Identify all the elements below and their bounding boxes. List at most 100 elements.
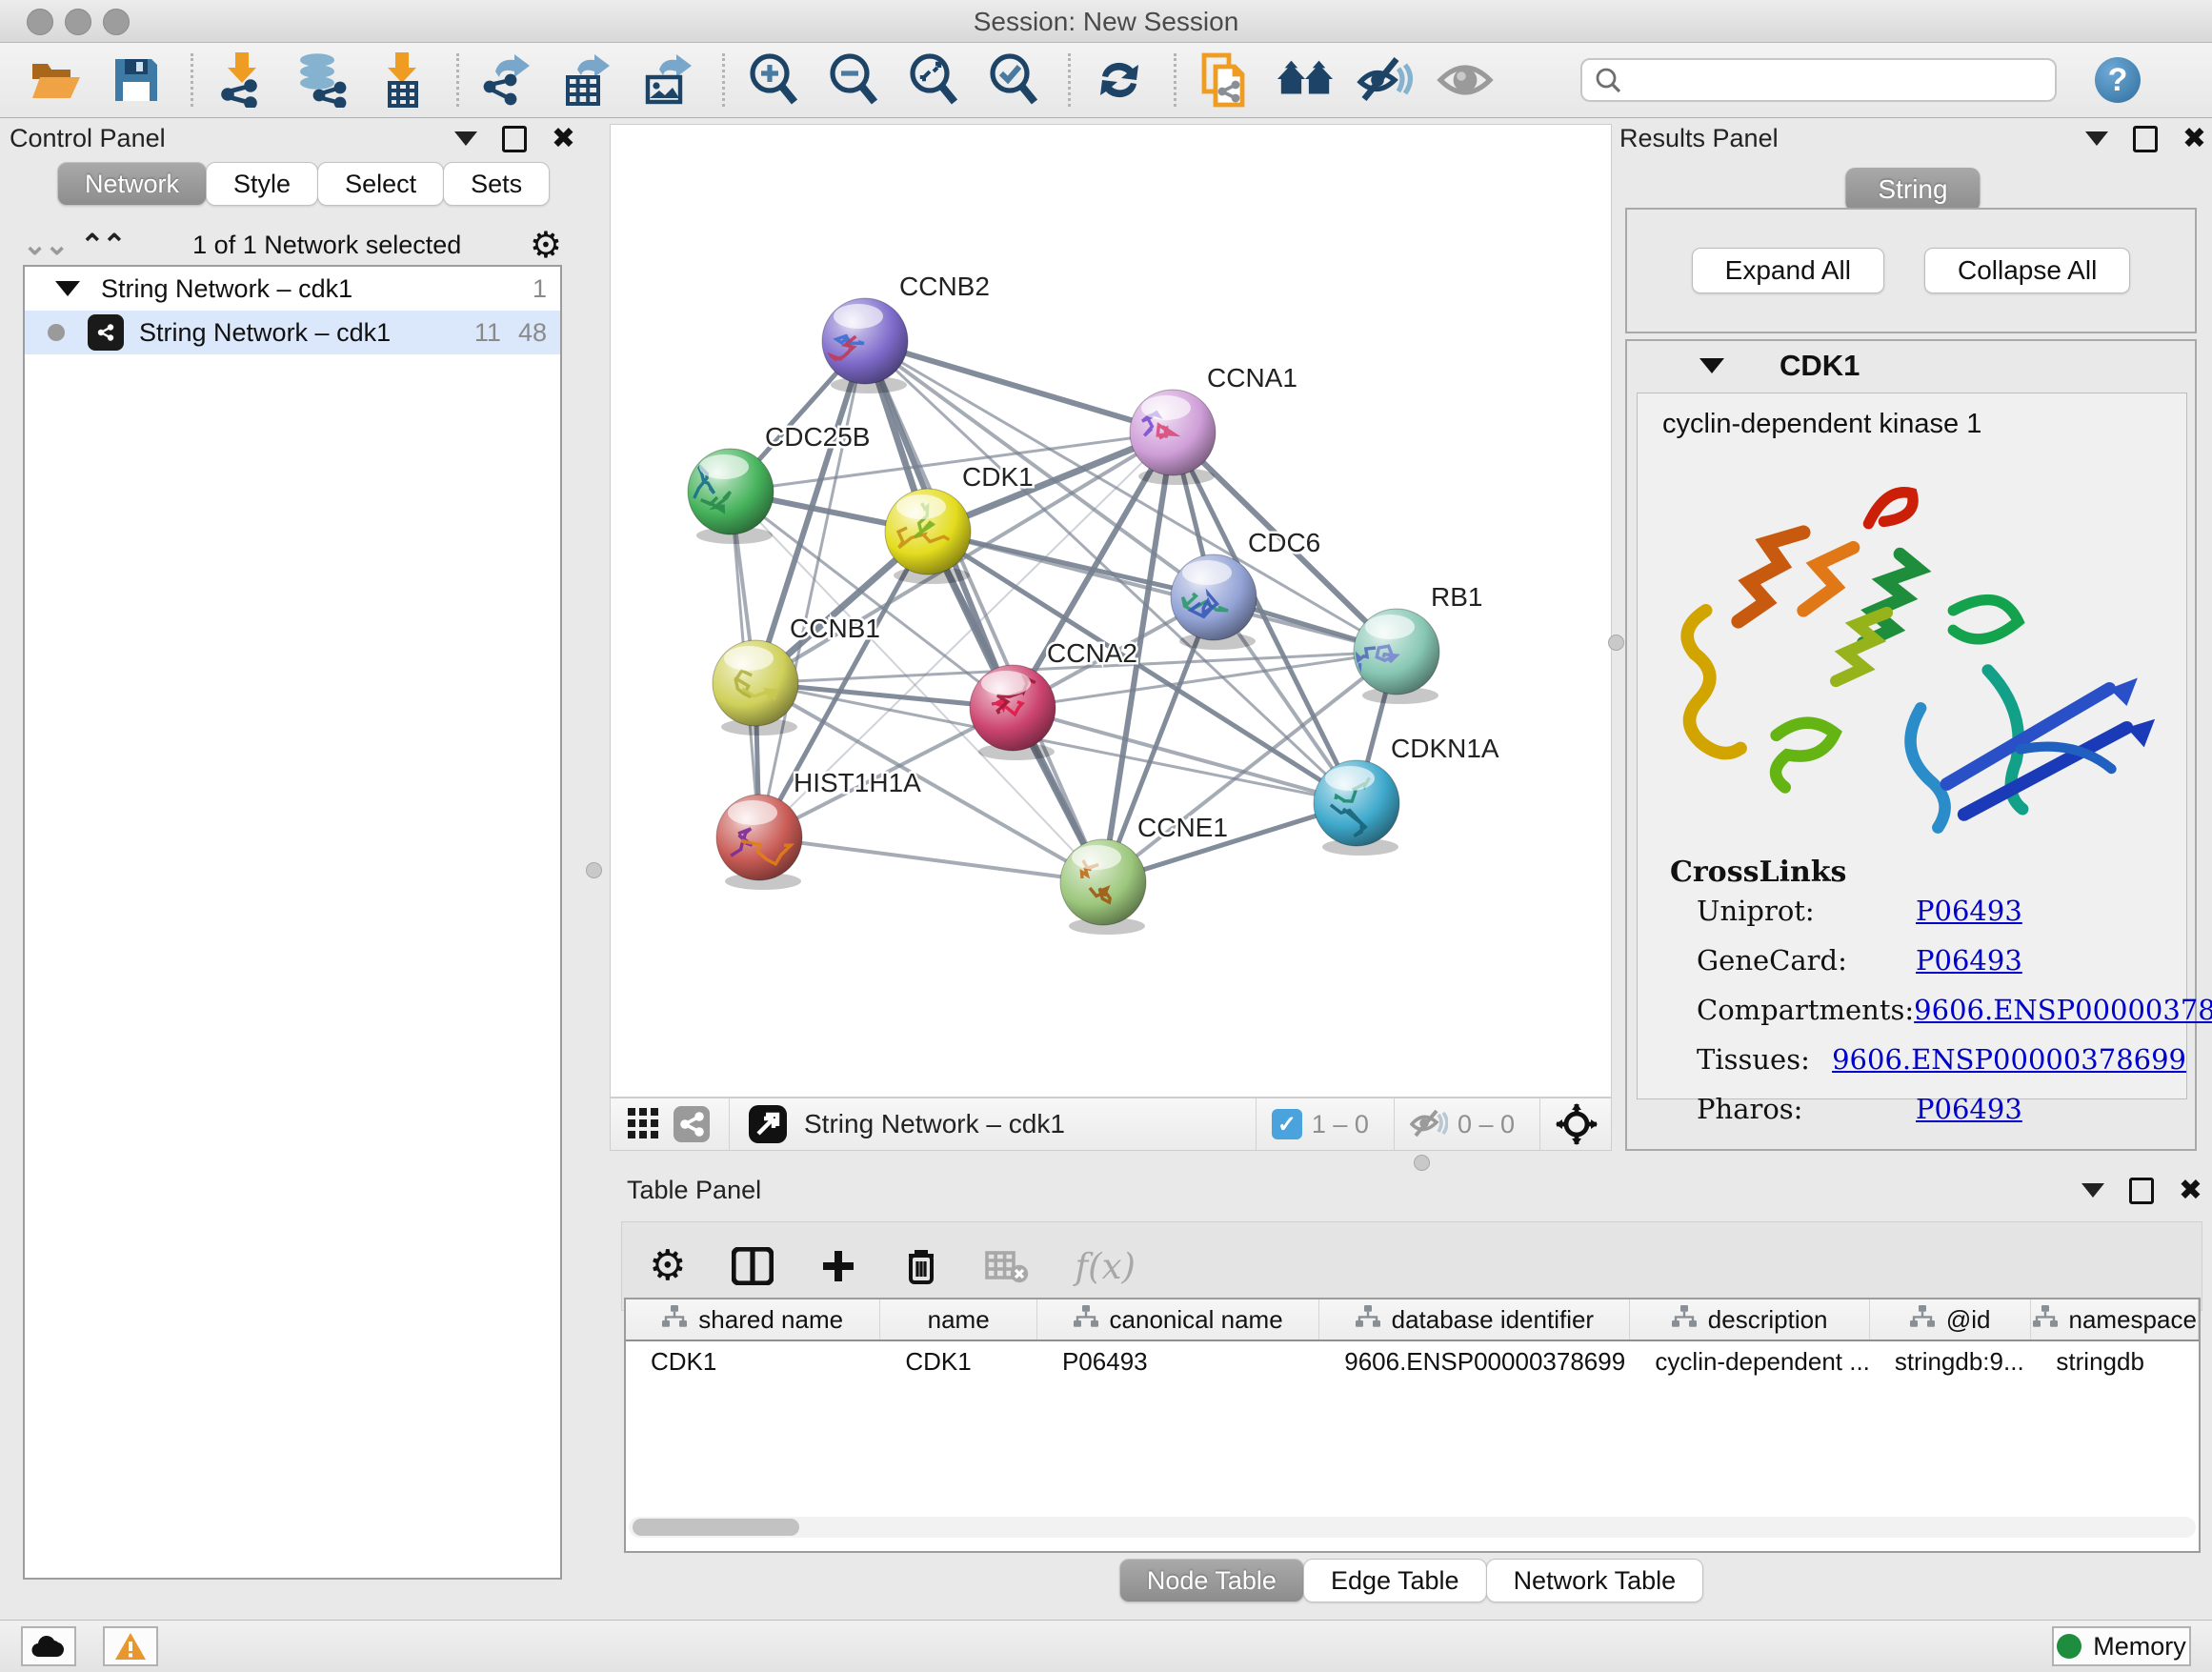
- open-session-icon[interactable]: [27, 51, 86, 109]
- zoom-out-icon[interactable]: [824, 51, 883, 109]
- float-panel-icon[interactable]: [502, 126, 527, 152]
- panel-menu-icon[interactable]: [2085, 131, 2108, 146]
- network-node-cdk1[interactable]: CDK1: [885, 462, 1034, 584]
- birdseye-view-icon[interactable]: [745, 1096, 791, 1153]
- delete-column-trash-icon[interactable]: [903, 1246, 939, 1286]
- selected-checkbox-icon[interactable]: ✓: [1272, 1109, 1302, 1139]
- network-collection-row[interactable]: String Network – cdk1 1: [25, 267, 560, 311]
- collapse-all-icon[interactable]: ⌄⌄: [23, 229, 67, 262]
- network-node-ccne1[interactable]: CCNE1: [1060, 813, 1228, 935]
- export-image-icon[interactable]: [638, 51, 697, 109]
- tab-sets[interactable]: Sets: [443, 162, 550, 206]
- refresh-icon[interactable]: [1090, 51, 1149, 109]
- add-column-icon[interactable]: [819, 1247, 857, 1285]
- column-header-canonical-name[interactable]: canonical name: [1037, 1299, 1319, 1340]
- network-edge[interactable]: [928, 532, 1397, 652]
- import-network-database-icon[interactable]: [292, 51, 352, 109]
- network-node-hist1h1a[interactable]: HIST1H1A: [716, 768, 921, 890]
- close-panel-icon[interactable]: ✖: [2179, 1177, 2202, 1205]
- zoom-selected-icon[interactable]: [984, 51, 1043, 109]
- column-header--id[interactable]: @id: [1870, 1299, 2032, 1340]
- network-node-rb1[interactable]: RB1: [1351, 582, 1482, 704]
- import-network-file-icon[interactable]: [212, 51, 271, 109]
- hidden-eye-icon[interactable]: [1410, 1109, 1448, 1139]
- copy-network-icon[interactable]: [1196, 51, 1255, 109]
- network-node-ccna1[interactable]: CCNA1: [1130, 363, 1297, 485]
- show-all-eye-icon[interactable]: [1436, 51, 1495, 109]
- expander-icon[interactable]: [1699, 358, 1724, 373]
- panel-splitter-handle[interactable]: [586, 862, 602, 878]
- column-header-shared-name[interactable]: shared name: [626, 1299, 880, 1340]
- panel-splitter-handle[interactable]: [1414, 1155, 1430, 1171]
- show-columns-icon[interactable]: [732, 1247, 774, 1285]
- network-node-cdkn1a[interactable]: CDKN1A: [1314, 734, 1499, 856]
- scrollbar-thumb[interactable]: [633, 1519, 799, 1536]
- crosslink-link[interactable]: P06493: [1916, 1093, 2022, 1125]
- function-builder-icon[interactable]: f(x): [1075, 1246, 1135, 1287]
- gear-icon[interactable]: ⚙: [530, 227, 562, 263]
- close-panel-icon[interactable]: ✖: [2182, 125, 2206, 153]
- import-table-icon[interactable]: [372, 51, 432, 109]
- first-neighbors-icon[interactable]: [1276, 51, 1335, 109]
- column-header-database-identifier[interactable]: database identifier: [1319, 1299, 1630, 1340]
- warnings-button[interactable]: [103, 1626, 158, 1666]
- network-edge[interactable]: [759, 341, 865, 837]
- zoom-fit-icon[interactable]: [904, 51, 963, 109]
- float-panel-icon[interactable]: [2129, 1178, 2154, 1204]
- network-canvas[interactable]: CCNB2CCNA1CDC25BCDK1CDC6RB1CCNB1CCNA2CDK…: [610, 124, 1612, 1098]
- table-header-row: shared namenamecanonical namedatabase id…: [626, 1299, 2199, 1341]
- cloud-button[interactable]: [21, 1626, 76, 1666]
- network-edge[interactable]: [865, 341, 1173, 433]
- search-input[interactable]: [1622, 65, 2036, 96]
- export-table-icon[interactable]: [558, 51, 617, 109]
- expand-all-icon[interactable]: ⌃⌃: [80, 229, 124, 262]
- column-header-description[interactable]: description: [1630, 1299, 1869, 1340]
- results-panel: Results Panel ✖ String Expand All Collap…: [1619, 124, 2206, 1151]
- crosslink-link[interactable]: 9606.ENSP00000378699: [1832, 1043, 2186, 1076]
- close-panel-icon[interactable]: ✖: [552, 125, 575, 153]
- column-header-name[interactable]: name: [880, 1299, 1037, 1340]
- memory-button[interactable]: Memory: [2052, 1626, 2191, 1666]
- table-cell: P06493: [1037, 1341, 1319, 1381]
- horizontal-scrollbar[interactable]: [629, 1517, 2196, 1538]
- expander-icon[interactable]: [55, 281, 80, 296]
- show-grid-icon[interactable]: [622, 1096, 666, 1153]
- network-node-ccnb2[interactable]: CCNB2: [822, 272, 990, 393]
- column-header-namespace[interactable]: namespace: [2031, 1299, 2199, 1340]
- pan-crosshair-icon[interactable]: [1556, 1103, 1598, 1145]
- network-node-cdc25b[interactable]: CDC25B: [688, 422, 870, 544]
- tab-network-table[interactable]: Network Table: [1486, 1559, 1704, 1602]
- network-share-icon[interactable]: [670, 1096, 714, 1153]
- tab-style[interactable]: Style: [206, 162, 318, 206]
- delete-table-icon[interactable]: [985, 1249, 1029, 1283]
- zoom-in-icon[interactable]: [744, 51, 803, 109]
- panel-menu-icon[interactable]: [454, 131, 477, 146]
- search-field[interactable]: [1580, 58, 2057, 102]
- help-button[interactable]: ?: [2095, 57, 2141, 103]
- gene-section-header[interactable]: CDK1: [1627, 341, 2195, 391]
- tab-select[interactable]: Select: [317, 162, 444, 206]
- string-network-graph[interactable]: CCNB2CCNA1CDC25BCDK1CDC6RB1CCNB1CCNA2CDK…: [611, 125, 1611, 1097]
- tab-string[interactable]: String: [1845, 168, 1980, 212]
- tab-network[interactable]: Network: [57, 162, 207, 206]
- network-edge[interactable]: [759, 837, 1103, 882]
- hide-selected-eye-icon[interactable]: [1356, 51, 1415, 109]
- export-network-icon[interactable]: [478, 51, 537, 109]
- table-row[interactable]: CDK1CDK1P064939606.ENSP00000378699cyclin…: [626, 1341, 2199, 1381]
- network-node-ccnb1[interactable]: CCNB1: [713, 614, 880, 735]
- crosslink-link[interactable]: 9606.ENSP00000378699: [1914, 994, 2212, 1026]
- collapse-all-button[interactable]: Collapse All: [1924, 248, 2130, 293]
- network-row[interactable]: String Network – cdk1 11 48: [25, 311, 560, 354]
- table-options-gear-icon[interactable]: ⚙: [649, 1245, 686, 1287]
- tab-edge-table[interactable]: Edge Table: [1303, 1559, 1487, 1602]
- crosslink-link[interactable]: P06493: [1916, 944, 2022, 977]
- panel-menu-icon[interactable]: [2081, 1183, 2104, 1198]
- node-table[interactable]: shared namenamecanonical namedatabase id…: [624, 1298, 2201, 1553]
- save-session-icon[interactable]: [107, 51, 166, 109]
- node-label: CDK1: [962, 462, 1034, 492]
- crosslink-link[interactable]: P06493: [1916, 895, 2022, 927]
- expand-all-button[interactable]: Expand All: [1692, 248, 1884, 293]
- network-node-cdc6[interactable]: CDC6: [1171, 528, 1320, 650]
- float-panel-icon[interactable]: [2133, 126, 2158, 152]
- tab-node-table[interactable]: Node Table: [1119, 1559, 1304, 1602]
